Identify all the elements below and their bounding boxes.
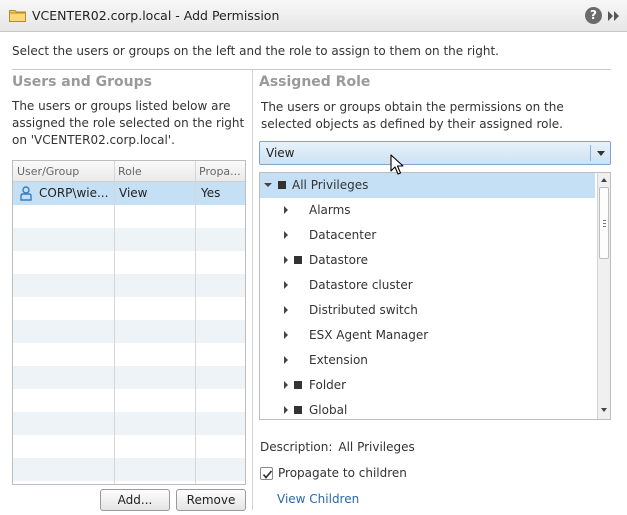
caret-right-icon[interactable] [284,256,288,264]
partial-select-icon [294,256,302,264]
tree-item-extension[interactable]: Extension [260,348,595,373]
window-title: VCENTER02.corp.local - Add Permission [32,8,280,23]
column-header-user-group[interactable]: User/Group [17,165,111,178]
partial-select-icon [294,406,302,414]
user-icon [20,186,32,201]
window-titlebar: VCENTER02.corp.local - Add Permission ? [0,0,627,32]
instruction-text: Select the users or groups on the left a… [12,44,499,58]
checkmark-icon [262,470,273,479]
divider [12,69,611,70]
propagate-checkbox[interactable] [260,467,273,480]
tree-item-label: Distributed switch [309,303,418,317]
grip-icon [603,220,606,228]
caret-right-icon[interactable] [284,206,288,214]
row-user: CORP\wie... [39,186,109,200]
tree-scrollbar[interactable] [597,173,610,419]
view-children-link[interactable]: View Children [277,492,359,506]
tree-item-label: All Privileges [292,178,369,192]
add-button[interactable]: Add... [100,489,170,511]
tree-item-label: Alarms [309,203,351,217]
caret-right-icon[interactable] [284,356,288,364]
assigned-role-title: Assigned Role [259,74,371,90]
column-separator [114,161,115,484]
caret-right-icon[interactable] [284,306,288,314]
column-separator [195,161,196,484]
mouse-cursor-icon [390,154,404,175]
help-icon[interactable]: ? [585,7,602,24]
scroll-down-icon[interactable] [601,408,607,412]
tree-item-label: Datastore [309,253,369,267]
caret-right-icon[interactable] [284,331,288,339]
description-value: All Privileges [338,440,415,454]
caret-right-icon[interactable] [284,231,288,239]
users-groups-table[interactable]: User/Group Role Propa... CORP\wie... Vie… [12,160,246,485]
tree-item-label: Extension [309,353,368,367]
role-dropdown-value: View [266,146,295,160]
role-dropdown[interactable]: View [259,141,611,165]
privileges-tree[interactable]: All Privileges Alarms Datacenter Datasto… [259,172,611,420]
tree-item-folder[interactable]: Folder [260,373,595,398]
tree-item-distributed-switch[interactable]: Distributed switch [260,298,595,323]
tree-item-label: Datacenter [309,228,377,242]
tree-item-datastore[interactable]: Datastore [260,248,595,273]
description-label: Description: [260,440,333,454]
partial-select-icon [294,381,302,389]
tree-item-label: Datastore cluster [309,278,413,292]
tree-item-all-privileges[interactable]: All Privileges [260,173,595,198]
caret-right-icon[interactable] [284,281,288,289]
folder-icon [9,10,26,22]
scrollbar-thumb[interactable] [599,187,609,259]
users-groups-description: The users or groups listed below are ass… [12,99,245,147]
row-role: View [119,186,148,200]
users-groups-title: Users and Groups [12,74,152,90]
tree-item-label: Folder [309,378,347,392]
tree-item-label: ESX Agent Manager [309,328,429,342]
chevron-down-icon[interactable] [597,151,605,156]
row-propagate: Yes [201,186,221,200]
tree-item-global[interactable]: Global [260,398,595,419]
assigned-role-description: The users or groups obtain the permissio… [261,100,564,131]
tree-item-datastore-cluster[interactable]: Datastore cluster [260,273,595,298]
caret-right-icon[interactable] [284,381,288,389]
table-row[interactable]: CORP\wie... View Yes [13,182,245,205]
scroll-up-icon[interactable] [601,178,607,182]
column-header-propagate[interactable]: Propa... [199,165,243,178]
tree-item-label: Global [309,403,348,417]
partial-select-icon [278,181,286,189]
caret-right-icon[interactable] [284,406,288,414]
caret-down-icon[interactable] [264,183,272,187]
remove-button[interactable]: Remove [176,489,246,511]
expand-icon[interactable] [606,9,622,23]
role-description: Description: All Privileges [260,440,415,454]
panel-divider [252,70,253,510]
tree-item-alarms[interactable]: Alarms [260,198,595,223]
column-header-role[interactable]: Role [118,165,194,178]
tree-item-esx-agent-manager[interactable]: ESX Agent Manager [260,323,595,348]
table-header: User/Group Role Propa... [13,161,245,182]
tree-item-datacenter[interactable]: Datacenter [260,223,595,248]
propagate-label[interactable]: Propagate to children [278,466,407,480]
